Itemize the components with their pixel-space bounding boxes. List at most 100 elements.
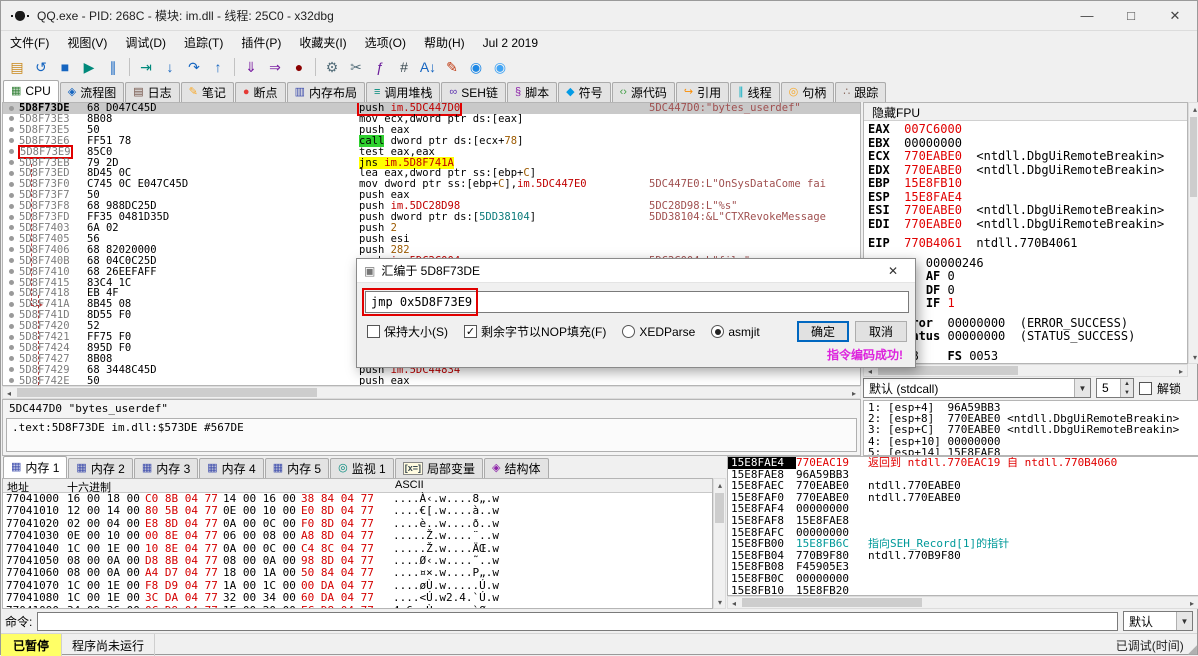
breakpoint-dot-icon[interactable] <box>8 225 14 231</box>
breakpoint-dot-icon[interactable] <box>8 312 14 318</box>
bottom-tab[interactable]: ▦ 内存 4 <box>199 458 264 478</box>
ok-button[interactable]: 确定 <box>797 321 849 342</box>
main-tab[interactable]: ‹› 源代码 <box>611 82 675 102</box>
breakpoint-dot-icon[interactable] <box>8 170 14 176</box>
register-row[interactable]: ECX 770EABE0 <ntdll.DbgUiRemoteBreakin> <box>868 149 1183 164</box>
command-history-select[interactable]: 默认 ▼ <box>1123 611 1193 631</box>
dump-bytes[interactable]: 12 00 14 00 <box>67 504 145 517</box>
dump-vscrollbar[interactable]: ▴ ▾ <box>713 478 726 609</box>
flag-value[interactable]: 1 <box>948 296 955 310</box>
breakpoint-dot-icon[interactable] <box>8 345 14 351</box>
radio-icon[interactable] <box>622 325 636 338</box>
notes-pencil-icon[interactable]: ✎ <box>441 56 463 78</box>
breakpoint-dot-icon[interactable] <box>8 138 14 144</box>
pause-icon[interactable]: ∥ <box>102 56 124 78</box>
breakpoint-gutter[interactable] <box>3 168 19 179</box>
scroll-left-icon[interactable]: ◂ <box>3 387 15 399</box>
dialog-checkbox-option[interactable]: 保持大小(S) <box>367 323 448 340</box>
breakpoint-dot-icon[interactable] <box>8 160 14 166</box>
argument-row[interactable]: 3: [esp+C] 770EABE0 <ntdll.DbgUiRemoteBr… <box>868 424 1194 435</box>
stack-row[interactable]: 15E8FAF8 15E8FAE8 <box>728 515 1198 527</box>
menu-item[interactable]: 调试(D) <box>116 31 175 54</box>
breakpoint-gutter[interactable] <box>3 299 19 310</box>
symbols-globe-icon[interactable]: ◉ <box>465 56 487 78</box>
scroll-thumb[interactable] <box>715 493 724 523</box>
scroll-down-icon[interactable]: ▾ <box>1189 351 1198 363</box>
dump-bytes[interactable]: 00 8E 04 77 <box>145 529 223 542</box>
breakpoint-gutter[interactable] <box>3 234 19 245</box>
breakpoint-gutter[interactable] <box>3 190 19 201</box>
animate-over-icon[interactable]: ⇒ <box>264 56 286 78</box>
memdump-row[interactable]: 77041060 08 00 0A 00 A4 D7 04 77 18 00 1A 0… <box>3 566 712 579</box>
dialog-title-bar[interactable]: ▣ 汇编于 5D8F73DE ✕ <box>357 259 915 283</box>
dump-bytes[interactable]: 80 5B 04 77 <box>145 504 223 517</box>
breakpoint-gutter[interactable] <box>3 114 19 125</box>
assemble-instruction-input[interactable] <box>365 291 909 313</box>
breakpoint-gutter[interactable] <box>3 310 19 321</box>
breakpoint-gutter[interactable] <box>3 223 19 234</box>
scroll-left-icon[interactable]: ◂ <box>728 597 740 609</box>
stack-row[interactable]: 15E8FB10 15E8FB20 <box>728 584 1198 595</box>
registers-vscrollbar[interactable]: ▴ ▾ <box>1188 102 1198 364</box>
scroll-thumb[interactable] <box>742 598 922 607</box>
dialog-checkbox-option[interactable]: ✓ 剩余字节以NOP填充(F) <box>464 323 606 340</box>
main-tab[interactable]: § 脚本 <box>506 82 558 102</box>
breakpoint-gutter[interactable] <box>3 158 19 169</box>
register-value[interactable]: 00000000 <box>947 316 1005 330</box>
breakpoint-dot-icon[interactable] <box>8 280 14 285</box>
cancel-button[interactable]: 取消 <box>855 321 907 342</box>
dump-bytes[interactable]: 18 00 1A 00 <box>223 566 301 579</box>
stack-value[interactable]: 15E8FAE8 <box>796 515 868 527</box>
breakpoint-dot-icon[interactable] <box>8 105 14 111</box>
breakpoint-gutter[interactable] <box>3 267 19 278</box>
main-tab[interactable]: ✎ 笔记 <box>180 82 234 102</box>
maximize-button[interactable]: □ <box>1109 1 1153 30</box>
register-value[interactable]: 007C6000 <box>904 122 962 136</box>
breakpoint-gutter[interactable] <box>3 245 19 256</box>
register-value[interactable]: 15E8FB10 <box>904 176 962 190</box>
dump-bytes[interactable]: 06 00 08 00 <box>223 529 301 542</box>
register-row[interactable]: EDI 770EABE0 <ntdll.DbgUiRemoteBreakin> <box>868 217 1183 232</box>
breakpoint-gutter[interactable] <box>3 256 19 267</box>
breakpoint-dot-icon[interactable] <box>8 323 14 329</box>
radio-icon[interactable] <box>711 325 725 338</box>
bottom-tab[interactable]: ▦ 内存 3 <box>133 458 199 478</box>
run-to-cursor-icon[interactable]: ⇥ <box>135 56 157 78</box>
stop-debuggee-icon[interactable]: ■ <box>54 56 76 78</box>
disasm-row[interactable]: 5D8F73FD FF35 0481D35D push dword ptr ds:[… <box>3 212 860 223</box>
menu-item[interactable]: 追踪(T) <box>175 31 232 54</box>
breakpoint-dot-icon[interactable] <box>8 367 14 373</box>
breakpoint-dot-icon[interactable] <box>8 301 14 307</box>
register-row[interactable]: EIP 770B4061 ntdll.770B4061 <box>868 236 1183 251</box>
main-tab[interactable]: ◈ 流程图 <box>59 82 125 102</box>
menu-item[interactable]: 视图(V) <box>58 31 116 54</box>
register-value[interactable]: 770EABE0 <box>904 203 962 217</box>
register-row[interactable]: ESI 770EABE0 <ntdll.DbgUiRemoteBreakin> <box>868 203 1183 218</box>
breakpoint-gutter[interactable] <box>3 147 19 158</box>
disasm-hscrollbar[interactable]: ◂ ▸ <box>2 386 861 399</box>
register-value[interactable]: 770EABE0 <box>904 149 962 163</box>
main-tab[interactable]: ▥ 内存布局 <box>286 82 365 102</box>
unlock-checkbox[interactable] <box>1139 381 1152 395</box>
breakpoint-gutter[interactable] <box>3 343 19 354</box>
scroll-up-icon[interactable]: ▴ <box>1189 103 1198 115</box>
breakpoint-gutter[interactable] <box>3 136 19 147</box>
sort-az-icon[interactable]: A↓ <box>417 56 439 78</box>
dump-bytes[interactable]: A8 8D 04 77 <box>301 529 379 542</box>
breakpoint-gutter[interactable] <box>3 125 19 136</box>
register-value[interactable]: 770EABE0 <box>904 163 962 177</box>
bottom-tab[interactable]: ▦ 内存 1 <box>3 456 68 478</box>
breakpoint-gutter[interactable] <box>3 365 19 376</box>
dialog-radio-option[interactable]: asmjit <box>711 325 760 339</box>
step-into-icon[interactable]: ↓ <box>159 56 181 78</box>
memdump-row[interactable]: 77041080 1C 00 1E 00 3C DA 04 77 32 00 34 0… <box>3 591 712 604</box>
breakpoint-gutter[interactable] <box>3 288 19 299</box>
breakpoint-dot-icon[interactable] <box>8 290 14 296</box>
scroll-thumb[interactable] <box>1190 117 1197 197</box>
breakpoint-dot-icon[interactable] <box>8 149 14 155</box>
dialog-close-icon[interactable]: ✕ <box>878 264 908 278</box>
settings-gear-icon[interactable]: ⚙ <box>321 56 343 78</box>
arg-count-stepper[interactable]: 5 ▲ ▼ <box>1096 378 1134 398</box>
flag-value[interactable]: 0053 <box>969 349 998 363</box>
breakpoint-dot-icon[interactable] <box>8 236 14 242</box>
